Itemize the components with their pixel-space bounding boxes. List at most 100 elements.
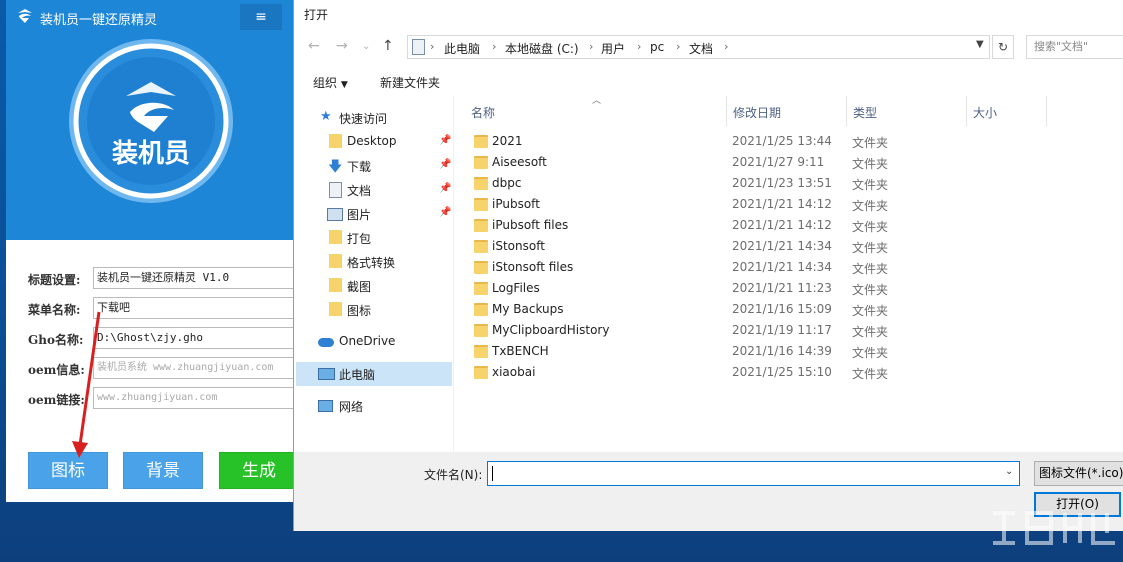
organize-button[interactable]: 组织 ▼ xyxy=(313,74,348,91)
file-name: 2021 xyxy=(492,134,523,148)
column-divider[interactable] xyxy=(966,96,967,126)
file-name: iPubsoft xyxy=(492,197,540,211)
folder-icon xyxy=(474,135,488,148)
nav-label: 打包 xyxy=(347,232,372,246)
breadcrumb-pc[interactable]: pc xyxy=(650,40,664,54)
column-divider[interactable] xyxy=(846,96,847,126)
chevron-down-icon[interactable]: ⌄ xyxy=(1005,466,1013,477)
file-date: 2021/1/21 14:34 xyxy=(732,239,832,253)
nav-item-icons[interactable]: 图标 xyxy=(294,298,450,322)
breadcrumb-users[interactable]: 用户 xyxy=(601,40,625,57)
file-row[interactable]: TxBENCH 2021/1/16 14:39 文件夹 xyxy=(469,341,909,362)
oem-info-input[interactable]: 装机员系统 www.zhuangjiyuan.com xyxy=(93,357,296,379)
back-arrow-icon[interactable]: ← xyxy=(308,38,320,54)
breadcrumb-chevron-icon: › xyxy=(724,40,729,53)
open-button[interactable]: 打开(O) xyxy=(1034,492,1121,517)
nav-item-pictures[interactable]: 图片 📌 xyxy=(294,202,451,226)
oem-info-label: oem信息: xyxy=(28,363,85,377)
file-type: 文件夹 xyxy=(852,325,889,339)
recent-dropdown-icon[interactable]: ⌄ xyxy=(362,41,370,52)
column-divider[interactable] xyxy=(726,96,727,126)
breadcrumb-chevron-icon: › xyxy=(589,40,594,53)
file-row[interactable]: LogFiles 2021/1/21 11:23 文件夹 xyxy=(469,278,909,299)
file-type: 文件夹 xyxy=(852,346,889,360)
file-type: 文件夹 xyxy=(852,304,889,318)
navigation-pane: ★ 快速访问 Desktop 📌 🡇 下载 📌 文档 📌 图片 📌 打包 格式转… xyxy=(294,98,452,450)
generate-button[interactable]: 生成 xyxy=(219,452,296,489)
gho-name-input[interactable]: D:\Ghost\zjy.gho xyxy=(93,327,296,349)
folder-icon xyxy=(474,345,488,358)
address-bar[interactable]: › 此电脑 › 本地磁盘 (C:) › 用户 › pc › 文档 › ▼ xyxy=(407,35,990,59)
nav-network[interactable]: 网络 xyxy=(294,394,450,418)
pin-icon: 📌 xyxy=(439,135,452,146)
column-name[interactable]: 名称 xyxy=(471,104,495,121)
text-caret xyxy=(492,466,493,481)
file-row[interactable]: iStonsoft files 2021/1/21 14:34 文件夹 xyxy=(469,257,909,278)
nav-item-pack[interactable]: 打包 xyxy=(294,226,450,250)
nav-quick-access[interactable]: ★ 快速访问 xyxy=(294,106,450,130)
forward-arrow-icon[interactable]: → xyxy=(336,38,348,54)
chevron-down-icon: ▼ xyxy=(340,80,348,90)
background-button[interactable]: 背景 xyxy=(123,452,203,489)
nav-label: 快速访问 xyxy=(339,112,388,126)
icon-button[interactable]: 图标 xyxy=(28,452,108,489)
nav-item-downloads[interactable]: 🡇 下载 📌 xyxy=(294,154,451,178)
file-date: 2021/1/21 14:12 xyxy=(732,218,832,232)
documents-icon xyxy=(412,39,425,55)
file-row[interactable]: xiaobai 2021/1/25 15:10 文件夹 xyxy=(469,362,909,383)
app-menu-button[interactable]: ≡ xyxy=(240,4,282,30)
organize-label: 组织 xyxy=(313,76,338,90)
file-date: 2021/1/16 14:39 xyxy=(732,344,832,358)
file-name: xiaobai xyxy=(492,365,536,379)
app-title: 装机员一键还原精灵 xyxy=(40,13,158,28)
oem-link-input[interactable]: www.zhuangjiyuan.com xyxy=(93,387,296,409)
address-dropdown-icon[interactable]: ▼ xyxy=(976,39,984,50)
search-input[interactable]: 搜索"文档" xyxy=(1026,35,1123,59)
file-type-filter[interactable]: 图标文件(*.ico) xyxy=(1034,461,1123,486)
emblem-text: 装机员 xyxy=(112,139,190,169)
column-divider[interactable] xyxy=(1046,96,1047,126)
nav-item-screenshots[interactable]: 截图 xyxy=(294,274,450,298)
nav-label: OneDrive xyxy=(339,334,396,348)
column-type[interactable]: 类型 xyxy=(853,104,877,121)
file-type: 文件夹 xyxy=(852,199,889,213)
file-row[interactable]: iPubsoft files 2021/1/21 14:12 文件夹 xyxy=(469,215,909,236)
file-name: iStonsoft xyxy=(492,239,545,253)
new-folder-button[interactable]: 新建文件夹 xyxy=(380,74,440,91)
nav-item-format-convert[interactable]: 格式转换 xyxy=(294,250,450,274)
folder-icon xyxy=(329,302,342,316)
nav-this-pc[interactable]: 此电脑 xyxy=(296,362,452,386)
folder-icon xyxy=(329,254,342,268)
dialog-footer: 文件名(N): ⌄ 图标文件(*.ico) 打开(O) xyxy=(294,452,1123,531)
column-size[interactable]: 大小 xyxy=(973,104,997,121)
nav-label: 文档 xyxy=(347,184,372,198)
star-icon: ★ xyxy=(320,109,332,124)
breadcrumb-local-disk[interactable]: 本地磁盘 (C:) xyxy=(505,40,579,57)
menu-name-input[interactable]: 下载吧 xyxy=(93,297,296,319)
breadcrumb-documents[interactable]: 文档 xyxy=(689,40,713,57)
folder-icon xyxy=(474,177,488,190)
file-row[interactable]: My Backups 2021/1/16 15:09 文件夹 xyxy=(469,299,909,320)
sort-ascending-icon: ︿ xyxy=(592,96,602,106)
refresh-icon[interactable]: ↻ xyxy=(992,35,1014,59)
file-name: Aiseesoft xyxy=(492,155,547,169)
breadcrumb-this-pc[interactable]: 此电脑 xyxy=(444,40,480,57)
network-icon xyxy=(318,400,333,412)
filename-input[interactable]: ⌄ xyxy=(487,461,1020,486)
nav-onedrive[interactable]: OneDrive xyxy=(294,330,450,354)
file-row[interactable]: 2021 2021/1/25 13:44 文件夹 xyxy=(469,131,909,152)
title-setting-label: 标题设置: xyxy=(28,273,81,287)
column-date[interactable]: 修改日期 xyxy=(733,104,781,121)
file-row[interactable]: Aiseesoft 2021/1/27 9:11 文件夹 xyxy=(469,152,909,173)
filename-label: 文件名(N): xyxy=(424,468,483,482)
file-type: 文件夹 xyxy=(852,136,889,150)
nav-item-desktop[interactable]: Desktop 📌 xyxy=(294,130,452,154)
file-row[interactable]: iPubsoft 2021/1/21 14:12 文件夹 xyxy=(469,194,909,215)
file-row[interactable]: dbpc 2021/1/23 13:51 文件夹 xyxy=(469,173,909,194)
up-arrow-icon[interactable]: ↑ xyxy=(382,38,394,54)
title-setting-input[interactable]: 装机员一键还原精灵 V1.0 xyxy=(93,267,296,289)
nav-item-documents[interactable]: 文档 📌 xyxy=(294,178,451,202)
file-type: 文件夹 xyxy=(852,283,889,297)
file-row[interactable]: MyClipboardHistory 2021/1/19 11:17 文件夹 xyxy=(469,320,909,341)
file-row[interactable]: iStonsoft 2021/1/21 14:34 文件夹 xyxy=(469,236,909,257)
